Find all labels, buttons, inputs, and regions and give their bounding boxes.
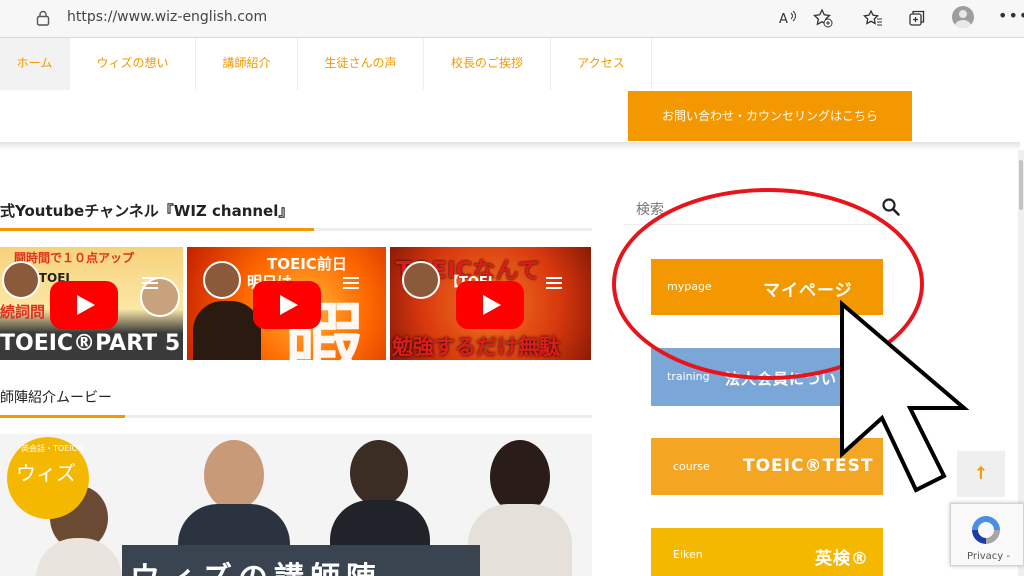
profile-icon[interactable] [952, 6, 974, 28]
nav-item-wiz-thoughts[interactable]: ウィズの想い [70, 38, 196, 90]
video-1-bottom-text: TOEIC®PART 5 [0, 331, 181, 356]
section-divider-accent [0, 415, 125, 418]
browser-toolbar: https://www.wiz-english.com A ••• [0, 0, 1024, 38]
more-icon[interactable]: ••• [998, 6, 1024, 25]
read-aloud-icon[interactable]: A [776, 7, 798, 29]
video-1-top-text: 闘時間で１０点アップ [14, 251, 135, 265]
wiz-logo-badge: 英会話・TOEIC® ウィズ [7, 437, 89, 519]
movie-title-text: ウィズの講師陣 [130, 553, 382, 576]
nav-item-student-voices[interactable]: 生徒さんの声 [298, 38, 424, 90]
nav-item-access[interactable]: アクセス [551, 38, 652, 90]
presenter-figure [193, 301, 261, 360]
queue-icon[interactable] [343, 277, 359, 289]
wiz-badge-subtitle: 英会話・TOEIC® [21, 444, 86, 453]
queue-icon[interactable] [142, 277, 158, 289]
queue-icon[interactable] [546, 277, 562, 289]
play-icon[interactable] [50, 281, 118, 329]
video-thumbnail-2[interactable]: TOEIC前日 明日は 暇 [187, 247, 386, 360]
section-divider-accent [0, 228, 314, 231]
presenter-avatar [402, 261, 440, 299]
favorites-icon[interactable] [862, 7, 884, 29]
contact-button[interactable]: お問い合わせ・カウンセリングはこちら [628, 91, 912, 141]
nav-item-teachers[interactable]: 講師紹介 [196, 38, 298, 90]
eiken-en-label: Eiken [673, 548, 703, 561]
video-thumbnail-3[interactable]: TOEICなんて 【TOEI 勉強するだけ無駄 [390, 247, 591, 360]
eiken-button[interactable]: Eiken 英検® [651, 528, 883, 576]
header-divider [0, 142, 1020, 150]
site-nav: ホーム ウィズの想い 講師紹介 生徒さんの声 校長のご挨拶 アクセス [0, 38, 1024, 90]
teachers-section-title: 師陣紹介ムービー [0, 390, 112, 406]
play-icon[interactable] [456, 281, 524, 329]
video-thumbnail-1[interactable]: 闘時間で１０点アップ C®【TOEI 続詞問 TOEIC®PART 5 [0, 247, 183, 360]
presenter-avatar [203, 261, 241, 299]
eiken-jp-label: 英検® [815, 549, 869, 569]
play-icon[interactable] [253, 281, 321, 329]
address-bar[interactable]: https://www.wiz-english.com [67, 9, 267, 25]
movie-title-banner: ウィズの講師陣 [122, 545, 480, 576]
scrollbar-thumb[interactable] [1019, 160, 1023, 210]
back-to-top-button[interactable]: ↑ [957, 451, 1005, 497]
search-icon[interactable] [881, 197, 901, 217]
nav-item-home[interactable]: ホーム [0, 38, 70, 90]
favorite-add-icon[interactable] [812, 7, 834, 29]
collections-icon[interactable] [906, 7, 928, 29]
recaptcha-icon [972, 516, 1000, 544]
cursor-arrow-icon [840, 300, 970, 493]
video-3-bottom-text: 勉強するだけ無駄 [392, 335, 560, 359]
wiz-badge-title: ウィズ [16, 461, 76, 485]
video-1-left-text: 続詞問 [0, 303, 46, 321]
lock-icon[interactable] [36, 10, 50, 26]
recaptcha-badge[interactable]: Privacy - [950, 503, 1024, 566]
course-en-label: course [673, 460, 710, 473]
svg-text:A: A [779, 12, 788, 27]
channel-section-title: 式Youtubeチャンネル『WIZ channel』 [0, 202, 294, 220]
nav-item-principal-greeting[interactable]: 校長のご挨拶 [424, 38, 551, 90]
presenter-avatar [2, 261, 40, 299]
training-en-label: training [667, 370, 710, 383]
recaptcha-privacy-link[interactable]: Privacy - [967, 551, 1010, 562]
